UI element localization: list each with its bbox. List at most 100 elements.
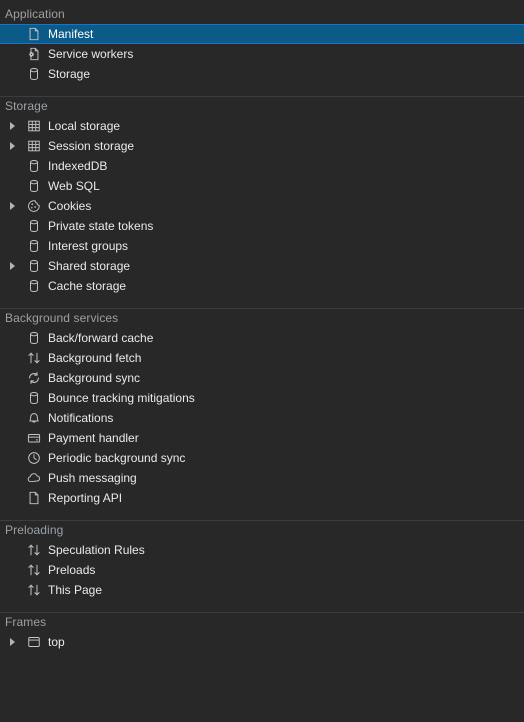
tree-item-label: Notifications (48, 411, 114, 425)
tree-item-label: Periodic background sync (48, 451, 186, 465)
tree-item-label: Bounce tracking mitigations (48, 391, 195, 405)
database-icon (26, 258, 42, 274)
twisty-spacer (10, 448, 24, 468)
twisty-spacer (10, 428, 24, 448)
clock-icon (26, 450, 42, 466)
database-icon (26, 238, 42, 254)
twisty-spacer (10, 408, 24, 428)
tree-item-private-state-tokens[interactable]: Private state tokens (0, 216, 524, 236)
tree-item-reporting-api[interactable]: Reporting API (0, 488, 524, 508)
twisty-spacer (10, 368, 24, 388)
tree-item-label: Payment handler (48, 431, 139, 445)
tree-item-web-sql[interactable]: Web SQL (0, 176, 524, 196)
twisty-spacer (10, 328, 24, 348)
document-icon (26, 490, 42, 506)
cookie-icon (26, 198, 42, 214)
tree-item-label: IndexedDB (48, 159, 108, 173)
tree-item-background-sync[interactable]: Background sync (0, 368, 524, 388)
tree-item-label: Preloads (48, 563, 96, 577)
bell-icon (26, 410, 42, 426)
twisty-spacer (10, 176, 24, 196)
expand-triangle-icon[interactable] (10, 136, 24, 156)
table-icon (26, 118, 42, 134)
database-icon (26, 158, 42, 174)
tree-item-shared-storage[interactable]: Shared storage (0, 256, 524, 276)
tree-item-periodic-background-sync[interactable]: Periodic background sync (0, 448, 524, 468)
database-icon (26, 218, 42, 234)
section-storage: Storage Local storage Session storage Index… (0, 96, 524, 302)
tree-item-session-storage[interactable]: Session storage (0, 136, 524, 156)
expand-triangle-icon[interactable] (10, 196, 24, 216)
tree-item-service-workers[interactable]: Service workers (0, 44, 524, 64)
tree-item-label: top (48, 635, 65, 649)
arrows-up-down-icon (26, 350, 42, 366)
database-icon (26, 390, 42, 406)
twisty-spacer (10, 540, 24, 560)
twisty-spacer (10, 276, 24, 296)
tree-item-label: Shared storage (48, 259, 131, 273)
tree-item-speculation-rules[interactable]: Speculation Rules (0, 540, 524, 560)
section-body-preloading: Speculation Rules Preloads This Page (0, 540, 524, 606)
twisty-spacer (10, 468, 24, 488)
cloud-icon (26, 470, 42, 486)
arrows-up-down-icon (26, 542, 42, 558)
expand-triangle-icon[interactable] (10, 116, 24, 136)
tree-item-label: Local storage (48, 119, 121, 133)
database-icon (26, 278, 42, 294)
document-icon (26, 26, 42, 42)
tree-item-label: This Page (48, 583, 103, 597)
twisty-spacer (10, 44, 24, 64)
tree-item-this-page[interactable]: This Page (0, 580, 524, 600)
tree-item-cookies[interactable]: Cookies (0, 196, 524, 216)
expand-triangle-icon[interactable] (10, 256, 24, 276)
section-background-services: Background services Back/forward cache Bac… (0, 308, 524, 514)
tree-item-label: Service workers (48, 47, 134, 61)
tree-item-label: Session storage (48, 139, 135, 153)
tree-item-cache-storage[interactable]: Cache storage (0, 276, 524, 296)
tree-item-top[interactable]: top (0, 632, 524, 652)
tree-item-local-storage[interactable]: Local storage (0, 116, 524, 136)
database-icon (26, 66, 42, 82)
tree-item-bounce-tracking-mitigations[interactable]: Bounce tracking mitigations (0, 388, 524, 408)
credit-card-icon (26, 430, 42, 446)
twisty-spacer (10, 216, 24, 236)
twisty-spacer (10, 24, 24, 44)
twisty-spacer (10, 156, 24, 176)
sync-icon (26, 370, 42, 386)
twisty-spacer (10, 388, 24, 408)
section-body-storage: Local storage Session storage IndexedDB Web… (0, 116, 524, 302)
twisty-spacer (10, 64, 24, 84)
tree-item-storage[interactable]: Storage (0, 64, 524, 84)
tree-item-back-forward-cache[interactable]: Back/forward cache (0, 328, 524, 348)
arrows-up-down-icon (26, 562, 42, 578)
tree-item-label: Private state tokens (48, 219, 154, 233)
expand-triangle-icon[interactable] (10, 632, 24, 652)
tree-item-label: Reporting API (48, 491, 123, 505)
twisty-spacer (10, 560, 24, 580)
tree-item-label: Cache storage (48, 279, 127, 293)
section-frames: Frames top (0, 612, 524, 658)
section-header-application: Application (5, 7, 65, 21)
tree-item-push-messaging[interactable]: Push messaging (0, 468, 524, 488)
tree-item-indexeddb[interactable]: IndexedDB (0, 156, 524, 176)
tree-item-background-fetch[interactable]: Background fetch (0, 348, 524, 368)
tree-item-label: Interest groups (48, 239, 129, 253)
twisty-spacer (10, 488, 24, 508)
section-header-background-services: Background services (5, 311, 119, 325)
tree-item-label: Storage (48, 67, 91, 81)
tree-item-label: Back/forward cache (48, 331, 154, 345)
tree-item-label: Manifest (48, 27, 94, 41)
tree-item-payment-handler[interactable]: Payment handler (0, 428, 524, 448)
twisty-spacer (10, 580, 24, 600)
tree-item-label: Speculation Rules (48, 543, 145, 557)
tree-item-preloads[interactable]: Preloads (0, 560, 524, 580)
database-icon (26, 178, 42, 194)
section-header-storage: Storage (5, 99, 48, 113)
tree-item-manifest[interactable]: Manifest (0, 24, 524, 44)
section-body-application: Manifest Service workers Storage (0, 24, 524, 90)
service-worker-icon (26, 46, 42, 62)
tree-item-label: Cookies (48, 199, 92, 213)
tree-item-label: Background sync (48, 371, 141, 385)
tree-item-interest-groups[interactable]: Interest groups (0, 236, 524, 256)
tree-item-notifications[interactable]: Notifications (0, 408, 524, 428)
